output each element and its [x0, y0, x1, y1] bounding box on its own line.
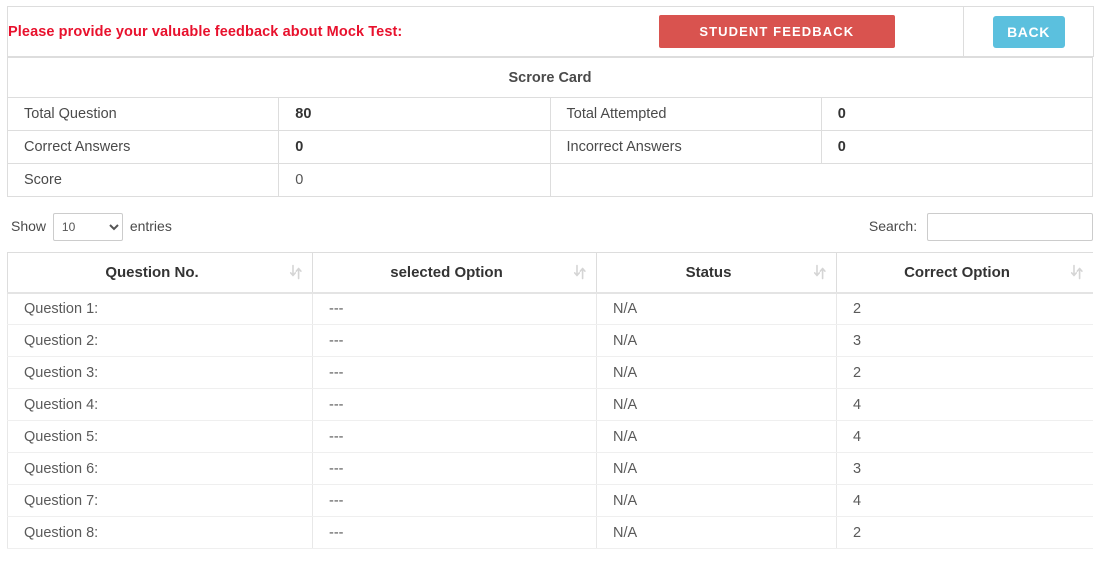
page-length-control: Show 10 25 50 100 entries	[11, 211, 172, 242]
score-card-row: Score 0	[6, 163, 1093, 197]
cell-correct-option: 3	[836, 324, 1093, 357]
score-value: 0	[278, 163, 551, 197]
total-question-label: Total Question	[6, 97, 280, 131]
search-label: Search:	[868, 218, 918, 234]
cell-selected-option: ---	[312, 420, 597, 453]
cell-question-no: Question 4:	[7, 388, 313, 421]
cell-correct-option: 2	[836, 516, 1093, 549]
feedback-bar: Please provide your valuable feedback ab…	[7, 6, 1094, 57]
cell-correct-option: 3	[836, 452, 1093, 485]
column-header-label: Correct Option	[904, 263, 1010, 281]
cell-status: N/A	[596, 388, 837, 421]
score-label: Score	[6, 163, 280, 197]
column-header-question-no[interactable]: Question No.	[7, 252, 313, 294]
sort-both-icon	[573, 264, 587, 280]
incorrect-answers-value: 0	[820, 130, 1094, 164]
cell-correct-option: 4	[836, 484, 1093, 517]
cell-selected-option: ---	[312, 356, 597, 389]
column-header-label: selected Option	[390, 263, 503, 281]
total-attempted-value: 0	[820, 97, 1094, 131]
results-table: Question No. selected Option Status Corr…	[7, 252, 1093, 549]
column-header-label: Question No.	[105, 263, 199, 281]
cell-question-no: Question 5:	[7, 420, 313, 453]
datatable-controls: Show 10 25 50 100 entries Search:	[7, 211, 1093, 245]
column-header-status[interactable]: Status	[596, 252, 837, 294]
correct-answers-label: Correct Answers	[6, 130, 280, 164]
cell-question-no: Question 8:	[7, 516, 313, 549]
results-header-row: Question No. selected Option Status Corr…	[7, 252, 1093, 294]
score-card-table: Scrore Card Total Question 80 Total Atte…	[6, 57, 1094, 197]
back-button[interactable]: BACK	[992, 15, 1065, 48]
score-card-title-row: Scrore Card	[7, 57, 1093, 98]
show-label: Show	[11, 218, 47, 234]
table-row: Question 8: --- N/A 2	[7, 516, 1093, 549]
entries-label: entries	[129, 218, 172, 234]
cell-selected-option: ---	[312, 324, 597, 357]
cell-selected-option: ---	[312, 516, 597, 549]
back-button-cell: BACK	[963, 6, 1094, 57]
score-empty-cell	[549, 163, 1093, 197]
cell-question-no: Question 6:	[7, 452, 313, 485]
search-input[interactable]	[927, 213, 1093, 242]
cell-correct-option: 4	[836, 420, 1093, 453]
feedback-message: Please provide your valuable feedback ab…	[8, 24, 403, 40]
table-row: Question 5: --- N/A 4	[7, 420, 1093, 453]
score-card-row: Correct Answers 0 Incorrect Answers 0	[6, 130, 1094, 164]
cell-correct-option: 2	[836, 292, 1093, 325]
feedback-message-cell: Please provide your valuable feedback ab…	[7, 6, 964, 57]
correct-answers-value: 0	[278, 130, 551, 164]
sort-both-icon	[289, 264, 303, 280]
table-row: Question 2: --- N/A 3	[7, 324, 1093, 357]
column-header-correct-option[interactable]: Correct Option	[836, 252, 1093, 294]
cell-selected-option: ---	[312, 292, 597, 325]
sort-both-icon	[1070, 264, 1084, 280]
table-row: Question 6: --- N/A 3	[7, 452, 1093, 485]
table-row: Question 4: --- N/A 4	[7, 388, 1093, 421]
score-card-page: Please provide your valuable feedback ab…	[0, 6, 1100, 565]
cell-question-no: Question 1:	[7, 292, 313, 325]
cell-status: N/A	[596, 324, 837, 357]
cell-selected-option: ---	[312, 452, 597, 485]
cell-status: N/A	[596, 452, 837, 485]
cell-selected-option: ---	[312, 388, 597, 421]
score-card-row: Total Question 80 Total Attempted 0	[6, 97, 1094, 131]
table-row: Question 7: --- N/A 4	[7, 484, 1093, 517]
cell-status: N/A	[596, 292, 837, 325]
score-card-title: Scrore Card	[7, 57, 1093, 98]
page-length-select[interactable]: 10 25 50 100	[52, 213, 123, 242]
cell-selected-option: ---	[312, 484, 597, 517]
student-feedback-button[interactable]: STUDENT FEEDBACK	[658, 15, 895, 48]
table-row: Question 3: --- N/A 2	[7, 356, 1093, 389]
results-table-wrapper: Question No. selected Option Status Corr…	[7, 252, 1093, 549]
feedback-bar-row: Please provide your valuable feedback ab…	[7, 6, 1094, 57]
cell-status: N/A	[596, 356, 837, 389]
cell-status: N/A	[596, 484, 837, 517]
cell-correct-option: 4	[836, 388, 1093, 421]
table-row: Question 1: --- N/A 2	[7, 292, 1093, 325]
cell-status: N/A	[596, 420, 837, 453]
results-table-body: Question 1: --- N/A 2 Question 2: --- N/…	[7, 292, 1093, 549]
total-question-value: 80	[278, 97, 551, 131]
search-control: Search:	[868, 211, 1093, 242]
cell-correct-option: 2	[836, 356, 1093, 389]
cell-question-no: Question 3:	[7, 356, 313, 389]
column-header-label: Status	[685, 263, 732, 281]
incorrect-answers-label: Incorrect Answers	[549, 130, 822, 164]
sort-both-icon	[813, 264, 827, 280]
cell-status: N/A	[596, 516, 837, 549]
cell-question-no: Question 7:	[7, 484, 313, 517]
total-attempted-label: Total Attempted	[549, 97, 822, 131]
cell-question-no: Question 2:	[7, 324, 313, 357]
column-header-selected-option[interactable]: selected Option	[312, 252, 597, 294]
